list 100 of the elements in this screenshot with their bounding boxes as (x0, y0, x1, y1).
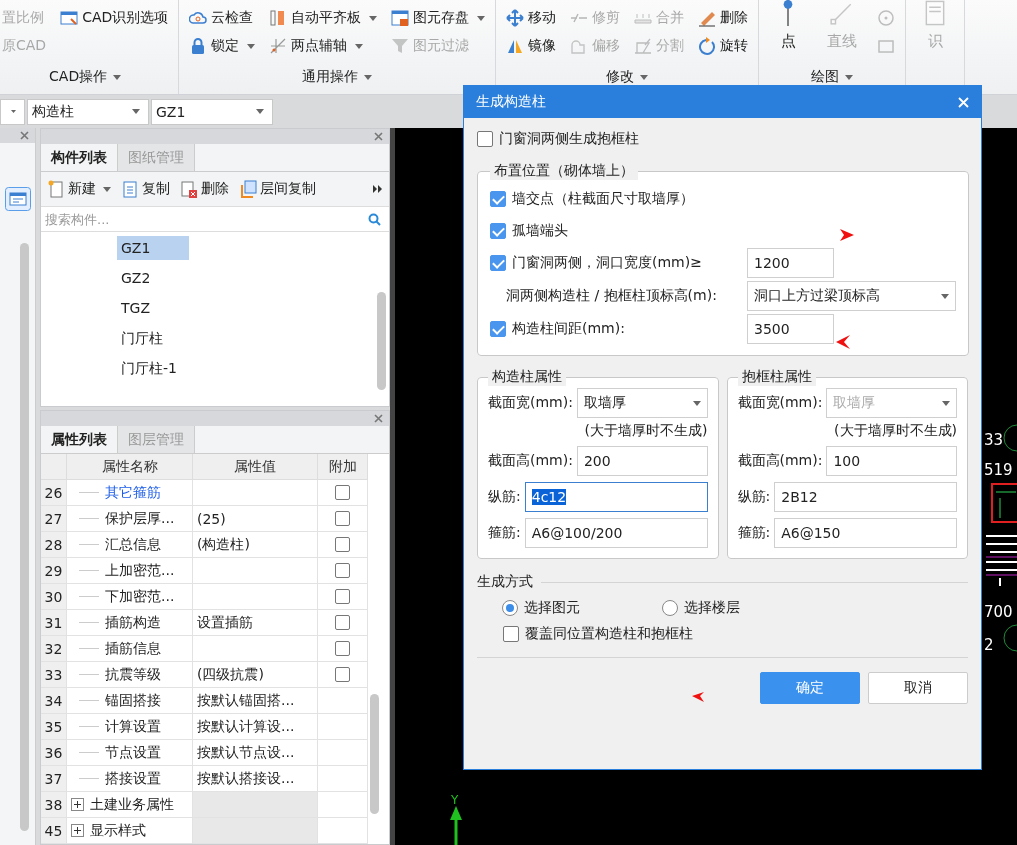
search-icon (368, 212, 381, 226)
input-field[interactable]: 1200 (747, 248, 834, 278)
ribbon-button[interactable]: 云检查 (189, 6, 256, 30)
checkbox[interactable] (335, 563, 350, 578)
list-item[interactable]: 门厅柱-1 (117, 356, 189, 380)
toolbar-button[interactable]: 层间复制 (239, 180, 316, 198)
table-cell: 锚固搭接 (105, 691, 161, 710)
tree-connector (79, 492, 99, 493)
search-field[interactable]: 搜索构件... (43, 210, 368, 228)
toolbar-button[interactable]: 复制 (121, 180, 170, 198)
ribbon-button[interactable]: 锁定 (189, 34, 256, 58)
dropdown[interactable]: 构造柱 (27, 98, 149, 125)
input-field[interactable]: A6@100/200 (524, 518, 708, 548)
ribbon-button[interactable]: 旋转 (698, 34, 749, 58)
ribbon-button[interactable]: 点 (769, 0, 808, 51)
row-number: 26 (41, 480, 67, 506)
more-icon[interactable] (373, 185, 383, 193)
checkbox[interactable] (490, 190, 506, 207)
search-bar[interactable]: 搜索构件... (41, 207, 389, 232)
list-item[interactable]: TGZ (117, 296, 189, 320)
checkbox[interactable] (335, 667, 350, 682)
checkbox[interactable] (335, 615, 350, 630)
group-title: 布置位置（砌体墙上） (490, 162, 638, 180)
ribbon-button[interactable]: 镜像 (506, 34, 557, 58)
table-cell: (构造柱) (193, 532, 318, 558)
dropdown[interactable]: 取墙厚 (576, 388, 708, 418)
column-header[interactable]: 属性值 (193, 454, 318, 480)
checkbox[interactable] (503, 626, 519, 642)
checkbox[interactable] (335, 537, 350, 552)
row-number: 38 (41, 792, 67, 818)
dropdown[interactable]: 洞口上方过梁顶标高 (747, 281, 956, 311)
radio-label: 选择图元 (524, 599, 580, 617)
input-field[interactable]: 3500 (747, 314, 834, 344)
ribbon-button[interactable]: 两点辅轴 (269, 34, 378, 58)
tree-connector (79, 596, 99, 597)
checkbox[interactable] (335, 641, 350, 656)
cloud-icon (189, 9, 208, 27)
axis-label: Y (451, 793, 459, 807)
checkbox[interactable] (490, 222, 506, 239)
group-label[interactable]: CAD操作 (2, 64, 169, 90)
toolbar-button[interactable]: 删除 (180, 180, 229, 198)
close-icon[interactable] (20, 131, 29, 140)
input-field[interactable]: 100 (826, 446, 957, 476)
layers-icon (239, 180, 257, 198)
field-label: 箍筋: (488, 524, 521, 542)
group-label[interactable]: 修改 (506, 64, 749, 90)
view-icon[interactable] (5, 187, 31, 211)
scrollbar[interactable] (370, 694, 379, 814)
ribbon-button[interactable]: 图元存盘 (391, 6, 486, 30)
input-field[interactable]: 4c12 (524, 482, 708, 512)
radio-button[interactable] (662, 600, 678, 616)
table-cell: 汇总信息 (105, 535, 161, 554)
tree-connector (79, 700, 99, 701)
checkbox[interactable] (335, 511, 350, 526)
scrollbar[interactable] (20, 243, 29, 831)
tree-connector (79, 648, 99, 649)
column-header[interactable]: 属性名称 (67, 454, 193, 480)
table-cell: 其它箍筋 (105, 483, 161, 502)
checkbox-label: 墙交点（柱截面尺寸取墙厚） (512, 189, 694, 208)
toolbar-button[interactable]: 新建 (47, 180, 111, 198)
row-number: 27 (41, 506, 67, 532)
move-icon (506, 9, 525, 27)
ribbon-button[interactable]: 移动 (506, 6, 557, 30)
close-icon[interactable] (374, 132, 383, 141)
checkbox[interactable] (490, 255, 506, 271)
checkbox[interactable] (477, 131, 493, 147)
ribbon-button[interactable]: 自动平齐板 (269, 6, 378, 30)
expand-icon[interactable] (71, 824, 84, 837)
column-header[interactable]: 附加 (318, 454, 368, 480)
radio-button[interactable] (502, 600, 518, 616)
tree-connector (79, 544, 99, 545)
input-field[interactable]: 200 (576, 446, 708, 476)
table-cell: 节点设置 (105, 743, 161, 762)
checkbox[interactable] (335, 485, 350, 500)
checkbox[interactable] (335, 589, 350, 604)
dropdown[interactable]: GZ1 (151, 98, 273, 125)
caret-icon (941, 293, 949, 299)
list-item[interactable]: GZ2 (117, 266, 189, 290)
expand-icon[interactable] (71, 798, 84, 811)
table-cell: 计算设置 (105, 717, 161, 736)
list-item[interactable]: 门厅柱 (117, 326, 189, 350)
tree-connector (79, 518, 99, 519)
close-icon[interactable] (374, 414, 383, 423)
rectangle-icon (877, 37, 896, 55)
checkbox-label: 构造柱间距(mm): (512, 320, 625, 338)
copy-icon (121, 180, 139, 198)
input-field[interactable]: 2B12 (774, 482, 957, 512)
input-field[interactable]: A6@150 (774, 518, 957, 548)
scrollbar[interactable] (377, 292, 386, 390)
table-cell: 设置插筋 (193, 610, 318, 636)
group-label[interactable]: 绘图 (769, 64, 896, 90)
ribbon-button[interactable]: CAD识别选项 (60, 6, 169, 30)
checkbox[interactable] (490, 321, 506, 337)
group-label[interactable]: 通用操作 (189, 64, 486, 90)
table-cell: 保护层厚... (105, 509, 175, 528)
cancel-button[interactable]: 取消 (868, 672, 968, 704)
pointer-arrow-icon (836, 335, 850, 349)
list-item[interactable]: GZ1 (117, 236, 189, 260)
field-label: 截面宽(mm): (737, 394, 823, 412)
ribbon-button[interactable]: 删除 (698, 6, 749, 30)
